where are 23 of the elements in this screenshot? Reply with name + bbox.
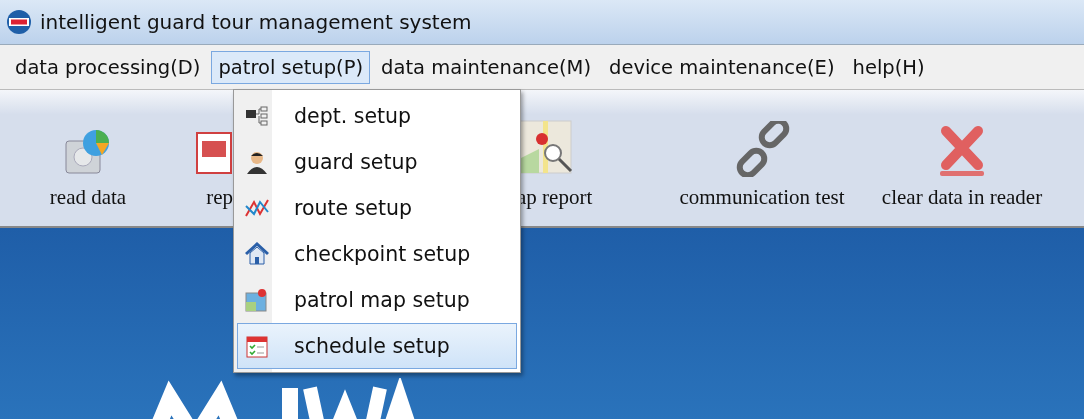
menu-item[interactable]: data processing(D) <box>8 50 208 84</box>
chain-link-icon <box>734 121 790 177</box>
menu-item[interactable]: route setup <box>237 185 517 231</box>
menu-item[interactable]: patrol map setup <box>237 277 517 323</box>
toolbar-button[interactable]: clear data in reader <box>867 90 1057 226</box>
house-icon <box>245 242 269 266</box>
toolbar-button[interactable]: communication test <box>657 90 867 226</box>
menu-item[interactable]: patrol setup(P) <box>211 50 371 84</box>
toolbar-button[interactable]: read data <box>0 90 176 226</box>
org-chart-icon <box>245 106 269 126</box>
menu-item[interactable]: guard setup <box>237 139 517 185</box>
toolbar-button[interactable]: rep <box>176 90 233 226</box>
menu-item[interactable]: data maintenance(M) <box>374 50 598 84</box>
menu-item[interactable]: device maintenance(E) <box>602 50 842 84</box>
app-logo-icon <box>6 9 32 35</box>
menu-item[interactable]: schedule setup <box>237 323 517 369</box>
window-title: intelligent guard tour management system <box>40 10 472 34</box>
calendar-checklist-icon <box>246 334 268 358</box>
menu-item[interactable]: help(H) <box>845 50 932 84</box>
map-pin-icon <box>245 288 269 312</box>
menu-item[interactable]: dept. setup <box>237 93 517 139</box>
person-icon <box>246 150 268 174</box>
menu-item[interactable]: checkpoint setup <box>237 231 517 277</box>
